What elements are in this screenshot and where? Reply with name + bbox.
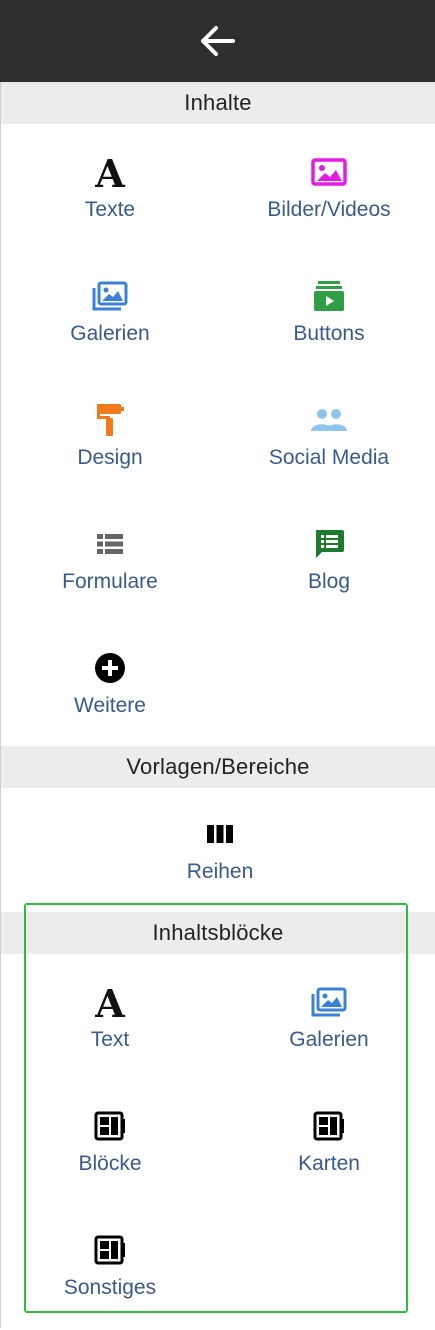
tile-label: Formulare <box>62 570 158 593</box>
tile-formulare[interactable]: Formulare <box>10 524 210 624</box>
svg-text:A: A <box>94 984 125 1020</box>
gallery-icon <box>90 276 130 316</box>
tile-label: Sonstiges <box>63 1276 157 1299</box>
image-icon <box>309 152 349 192</box>
text-a-icon: A <box>90 982 130 1022</box>
tile-galerien[interactable]: Galerien <box>10 276 210 376</box>
tile-label: Blog <box>307 570 351 593</box>
tile-label: Texte <box>84 198 136 221</box>
tile-bilder-videos[interactable]: Bilder/Videos <box>229 152 429 252</box>
block-layout-icon <box>309 1106 349 1146</box>
form-list-icon <box>90 524 130 564</box>
button-play-icon <box>309 276 349 316</box>
tile-blog[interactable]: Blog <box>229 524 429 624</box>
tile-label: Buttons <box>293 322 365 345</box>
svg-text:A: A <box>94 154 125 190</box>
tile-label: Blöcke <box>78 1152 142 1175</box>
panel-border <box>0 82 1 1328</box>
back-button[interactable] <box>188 11 248 71</box>
arrow-left-icon <box>200 26 235 56</box>
tile-block-sonstiges[interactable]: Sonstiges <box>10 1230 210 1330</box>
tile-weitere[interactable]: Weitere <box>10 648 210 748</box>
chat-list-icon <box>309 524 349 564</box>
tile-label: Reihen <box>186 860 254 883</box>
section-header-inhaltsbloecke: Inhaltsblöcke <box>1 912 435 954</box>
tile-block-karten[interactable]: Karten <box>229 1106 429 1206</box>
people-icon <box>309 400 349 440</box>
top-bar <box>0 0 435 82</box>
tile-label: Galerien <box>289 1028 369 1051</box>
tile-label: Bilder/Videos <box>267 198 391 221</box>
paint-roller-icon <box>90 400 130 440</box>
tile-buttons[interactable]: Buttons <box>229 276 429 376</box>
block-layout-icon <box>90 1106 130 1146</box>
tile-texte[interactable]: A Texte <box>10 152 210 252</box>
block-layout-icon <box>90 1230 130 1270</box>
tile-label: Karten <box>298 1152 360 1175</box>
tile-label: Weitere <box>74 694 146 717</box>
tile-label: Design <box>77 446 143 469</box>
tile-label: Social Media <box>268 446 390 469</box>
tile-block-galerien[interactable]: Galerien <box>229 982 429 1082</box>
tile-label: Text <box>90 1028 130 1051</box>
tile-social-media[interactable]: Social Media <box>229 400 429 500</box>
tile-block-bloecke[interactable]: Blöcke <box>10 1106 210 1206</box>
gallery-icon <box>309 982 349 1022</box>
columns-icon <box>200 814 240 854</box>
section-header-vorlagen: Vorlagen/Bereiche <box>1 746 435 788</box>
tile-block-text[interactable]: A Text <box>10 982 210 1082</box>
tile-reihen[interactable]: Reihen <box>120 814 320 914</box>
text-a-icon: A <box>90 152 130 192</box>
plus-circle-icon <box>90 648 130 688</box>
section-header-inhalte: Inhalte <box>1 82 435 124</box>
tile-design[interactable]: Design <box>10 400 210 500</box>
tile-label: Galerien <box>70 322 150 345</box>
